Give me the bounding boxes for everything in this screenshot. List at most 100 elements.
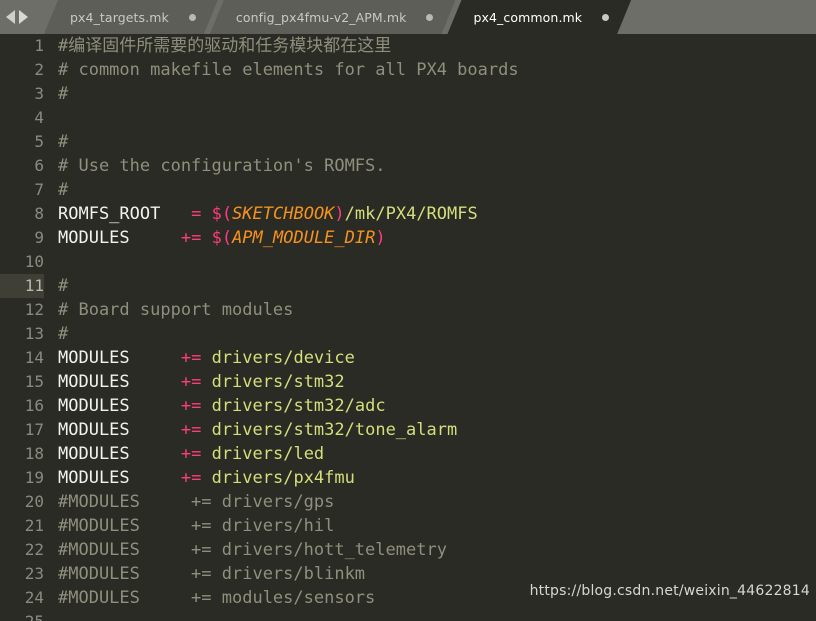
code-line[interactable]: 4 [0, 106, 816, 130]
line-number: 4 [34, 108, 44, 127]
line-number: 9 [34, 228, 44, 247]
code-line[interactable]: 3 # [0, 82, 816, 106]
line-number: 18 [24, 444, 44, 463]
code-token: MODULES [58, 348, 130, 368]
code-text: MODULES += drivers/led [44, 442, 324, 466]
code-text: # [44, 130, 68, 154]
code-line[interactable]: 9 MODULES += $(APM_MODULE_DIR) [0, 226, 816, 250]
code-token: ) [375, 228, 386, 248]
code-token: += [180, 228, 202, 248]
code-line[interactable]: 17 MODULES += drivers/stm32/tone_alarm [0, 418, 816, 442]
line-number: 8 [34, 204, 44, 223]
code-line[interactable]: 25 [0, 610, 816, 621]
code-text: MODULES += drivers/stm32 [44, 370, 345, 394]
tab-strip: px4_targets.mk config_px4fmu-v2_APM.mk px4… [44, 0, 623, 34]
code-token: drivers/stm32/adc [211, 396, 386, 416]
code-token: # [58, 180, 69, 200]
code-line[interactable]: 7 # [0, 178, 816, 202]
code-token: drivers/device [211, 348, 355, 368]
editor-tab-bar: px4_targets.mk config_px4fmu-v2_APM.mk px4… [0, 0, 816, 34]
code-text: #MODULES += drivers/blinkm [44, 562, 365, 586]
line-number: 10 [24, 252, 44, 271]
code-text: #编译固件所需要的驱动和任务模块都在这里 [44, 34, 391, 58]
code-line[interactable]: 22 #MODULES += drivers/hott_telemetry [0, 538, 816, 562]
line-number: 20 [24, 492, 44, 511]
code-text: #MODULES += drivers/hil [44, 514, 334, 538]
code-token: MODULES [58, 372, 130, 392]
line-number: 19 [24, 468, 44, 487]
tab-label: px4_targets.mk [70, 9, 169, 25]
code-token: /mk/PX4/ROMFS [344, 204, 478, 224]
line-number: 1 [34, 36, 44, 55]
code-token: # [58, 84, 69, 104]
code-line[interactable]: 18 MODULES += drivers/led [0, 442, 816, 466]
code-token: #MODULES += drivers/hott_telemetry [58, 540, 447, 560]
code-line[interactable]: 5 # [0, 130, 816, 154]
code-token: += [180, 348, 202, 368]
code-text: # [44, 178, 68, 202]
code-token: # [58, 324, 69, 344]
code-token: MODULES [58, 228, 130, 248]
code-text: MODULES += $(APM_MODULE_DIR) [44, 226, 386, 250]
line-number: 22 [24, 540, 44, 559]
editor-tab-px4-common-mk[interactable]: px4_common.mk [447, 0, 631, 34]
code-text: MODULES += drivers/stm32/adc [44, 394, 386, 418]
code-line[interactable]: 11 # [0, 274, 816, 298]
code-text: MODULES += drivers/device [44, 346, 355, 370]
code-text: #MODULES += modules/sensors [44, 586, 375, 610]
line-number: 11 [0, 274, 44, 298]
code-token: SKETCHBOOK [232, 204, 335, 224]
code-token: ROMFS_ROOT [58, 204, 161, 224]
tab-close-icon[interactable] [426, 14, 433, 21]
line-number: 7 [34, 180, 44, 199]
line-number: 12 [24, 300, 44, 319]
code-line[interactable]: 21 #MODULES += drivers/hil [0, 514, 816, 538]
code-line[interactable]: 1 #编译固件所需要的驱动和任务模块都在这里 [0, 34, 816, 58]
code-token: #MODULES += drivers/blinkm [58, 564, 366, 584]
code-text: # Board support modules [44, 298, 293, 322]
code-line[interactable]: 2 # common makefile elements for all PX4 … [0, 58, 816, 82]
code-line[interactable]: 16 MODULES += drivers/stm32/adc [0, 394, 816, 418]
line-number: 17 [24, 420, 44, 439]
editor-tab-px4-targets-mk[interactable]: px4_targets.mk [44, 0, 218, 34]
code-line[interactable]: 8 ROMFS_ROOT = $(SKETCHBOOK)/mk/PX4/ROMFS [0, 202, 816, 226]
code-line[interactable]: 12 # Board support modules [0, 298, 816, 322]
code-token: # Use the configuration's ROMFS. [58, 156, 386, 176]
editor-tab-config-px4fmu-v2-apm-mk[interactable]: config_px4fmu-v2_APM.mk [210, 0, 456, 34]
code-token: # [58, 276, 69, 296]
code-token: drivers/led [211, 444, 325, 464]
line-number: 2 [34, 60, 44, 79]
code-token: #编译固件所需要的驱动和任务模块都在这里 [58, 36, 392, 56]
code-line[interactable]: 15 MODULES += drivers/stm32 [0, 370, 816, 394]
code-token: #MODULES += modules/sensors [58, 588, 376, 608]
code-line[interactable]: 6 # Use the configuration's ROMFS. [0, 154, 816, 178]
code-token: += [180, 396, 202, 416]
code-token: MODULES [58, 420, 130, 440]
line-number: 13 [24, 324, 44, 343]
code-token: drivers/px4fmu [211, 468, 355, 488]
code-token: += [180, 468, 202, 488]
code-token: # [58, 132, 69, 152]
code-text: MODULES += drivers/px4fmu [44, 466, 355, 490]
caret-right-icon[interactable] [19, 10, 28, 24]
tab-close-icon[interactable] [189, 14, 196, 21]
code-editor[interactable]: 1 #编译固件所需要的驱动和任务模块都在这里 2 # common makefile … [0, 34, 816, 621]
tab-close-icon[interactable] [602, 14, 609, 21]
code-line[interactable]: 14 MODULES += drivers/device [0, 346, 816, 370]
line-number: 24 [24, 588, 44, 607]
code-line[interactable]: 10 [0, 250, 816, 274]
code-token: += [180, 372, 202, 392]
code-line[interactable]: 19 MODULES += drivers/px4fmu [0, 466, 816, 490]
code-line[interactable]: 13 # [0, 322, 816, 346]
code-line[interactable]: 20 #MODULES += drivers/gps [0, 490, 816, 514]
caret-left-icon[interactable] [6, 10, 15, 24]
code-token: MODULES [58, 396, 130, 416]
